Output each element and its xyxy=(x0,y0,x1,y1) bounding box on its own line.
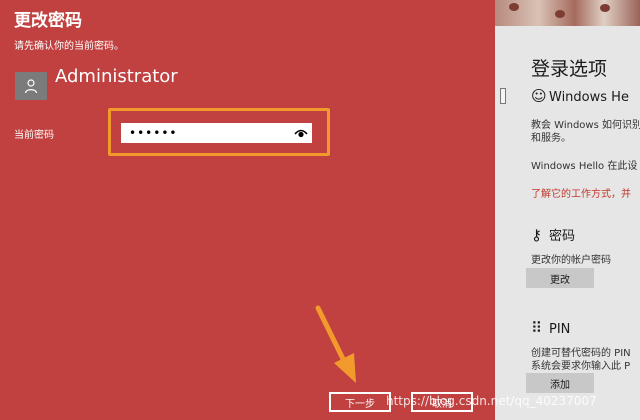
change-password-dialog: 更改密码 请先确认你的当前密码。 Administrator 当前密码 下一步 … xyxy=(0,0,495,420)
settings-title: 登录选项 xyxy=(531,58,608,80)
wallpaper-strip xyxy=(495,0,640,26)
dialog-title: 更改密码 xyxy=(14,11,82,31)
password-heading[interactable]: ⚷ 密码 xyxy=(531,225,575,244)
annotation-arrow xyxy=(315,305,356,383)
avatar xyxy=(15,72,47,100)
keypad-icon: ⠿ xyxy=(531,319,542,337)
pin-desc-line2: 系统会要求你输入此 P xyxy=(531,361,631,372)
key-icon: ⚷ xyxy=(531,226,542,244)
pin-heading[interactable]: ⠿ PIN xyxy=(531,319,570,337)
learn-more-link[interactable]: 了解它的工作方式，并 xyxy=(531,185,631,200)
next-button[interactable]: 下一步 xyxy=(329,392,391,412)
hello-desc-line2: 和服务。 xyxy=(531,133,571,144)
windows-hello-heading[interactable]: ☺ Windows He xyxy=(531,87,629,105)
current-password-input[interactable] xyxy=(121,123,312,143)
change-password-button[interactable]: 更改 xyxy=(526,268,594,288)
smiley-icon: ☺ xyxy=(531,87,547,105)
password-desc: 更改你的帐户密码 xyxy=(531,255,611,266)
settings-background: 登录选项 ☺ Windows He 教会 Windows 如何识别 和服务。 Wi… xyxy=(495,0,640,420)
add-pin-button[interactable]: 添加 xyxy=(526,373,594,393)
eye-icon[interactable] xyxy=(294,126,308,140)
current-password-label: 当前密码 xyxy=(14,130,54,141)
account-name: Administrator xyxy=(55,66,178,87)
hello-text: Windows Hello 在此设 xyxy=(531,161,638,172)
window-edge-box xyxy=(500,88,506,104)
dialog-subtitle: 请先确认你的当前密码。 xyxy=(14,41,124,52)
person-icon xyxy=(24,79,38,94)
watermark-text: https://blog.csdn.net/qq_40237007 xyxy=(386,394,597,408)
